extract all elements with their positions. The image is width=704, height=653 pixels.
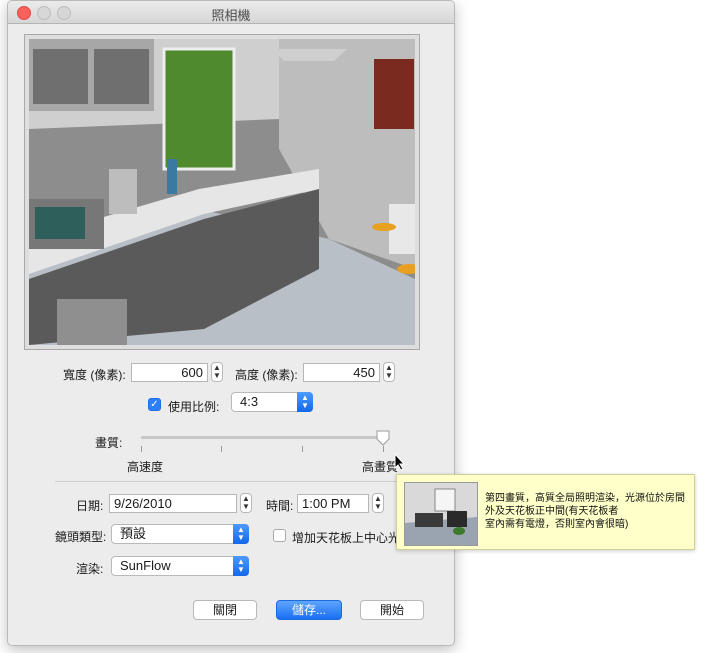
ceiling-light-label: 增加天花板上中心光源 (292, 531, 396, 545)
quality-high-label: 高畫質 (362, 460, 399, 474)
quality-label: 畫質: (95, 436, 123, 450)
render-select-value: SunFlow (120, 558, 171, 573)
quality-tick (221, 446, 222, 452)
ceiling-light-checkbox[interactable] (273, 529, 286, 542)
kitchen-preview-image (29, 39, 415, 345)
lens-label: 鏡頭類型: (55, 530, 107, 544)
time-label: 時間: (266, 499, 294, 513)
ratio-select[interactable]: 4:3 ▲ ▼ (231, 392, 313, 412)
tooltip-line: 外及天花板正中間(有天花板者 (485, 506, 619, 517)
divider (55, 481, 435, 482)
tooltip-line: 室內需有電燈，否則室內會很暗) (485, 519, 629, 530)
time-stepper[interactable]: ▲ ▼ (372, 493, 384, 513)
mouse-pointer-icon (394, 453, 406, 471)
date-label: 日期: (76, 499, 104, 513)
start-button[interactable]: 開始 (360, 600, 424, 620)
chevron-updown-icon: ▲ ▼ (297, 392, 313, 412)
width-field[interactable]: 600 (131, 363, 208, 382)
lens-select[interactable]: 預設 ▲ ▼ (111, 524, 249, 544)
use-ratio-label: 使用比例: (168, 400, 220, 414)
chevron-updown-icon: ▲ ▼ (233, 556, 249, 576)
quality-tick (383, 446, 384, 452)
date-stepper[interactable]: ▲ ▼ (240, 493, 252, 513)
lens-select-value: 預設 (120, 526, 147, 541)
render-preview (24, 34, 420, 350)
tooltip-line: 第四畫質，高質全局照明渲染，光源位於房間 (485, 493, 685, 504)
height-label: 高度 (像素): (235, 368, 298, 382)
room-render-thumbnail (405, 483, 477, 545)
width-stepper[interactable]: ▲ ▼ (211, 362, 223, 382)
render-label: 渲染: (76, 562, 104, 576)
render-select[interactable]: SunFlow ▲ ▼ (111, 556, 249, 576)
date-field[interactable]: 9/26/2010 (109, 494, 237, 513)
use-ratio-checkbox[interactable]: ✓ (148, 398, 161, 411)
tooltip-text: 第四畫質，高質全局照明渲染，光源位於房間 外及天花板正中間(有天花板者 室內需有… (485, 492, 691, 531)
quality-slider-track[interactable] (141, 436, 389, 439)
quality-low-label: 高速度 (127, 460, 164, 474)
height-field[interactable]: 450 (303, 363, 380, 382)
quality-tick (141, 446, 142, 452)
window-title: 照相機 (211, 8, 251, 23)
width-label: 寬度 (像素): (63, 368, 126, 382)
time-field[interactable]: 1:00 PM (297, 494, 369, 513)
chevron-updown-icon: ▲ ▼ (233, 524, 249, 544)
ratio-select-value: 4:3 (240, 394, 259, 409)
title-bar: 照相機 (8, 1, 454, 24)
quality-tick (302, 446, 303, 452)
height-stepper[interactable]: ▲ ▼ (383, 362, 395, 382)
close-button[interactable]: 關閉 (193, 600, 257, 620)
quality-slider-knob[interactable] (376, 430, 390, 446)
tooltip-thumbnail (404, 482, 478, 546)
save-button[interactable]: 儲存... (276, 600, 342, 620)
quality-tooltip: 第四畫質，高質全局照明渲染，光源位於房間 外及天花板正中間(有天花板者 室內需有… (396, 474, 695, 550)
